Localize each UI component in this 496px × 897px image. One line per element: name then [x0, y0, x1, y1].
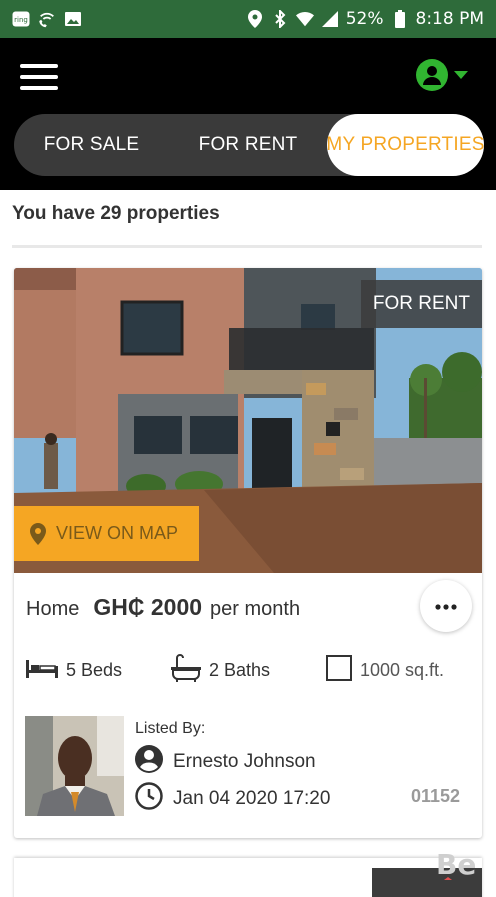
property-features: 5 Beds 2 Baths 1000 sq.ft. [26, 653, 476, 687]
area-square-icon [326, 654, 352, 686]
price-period: per month [210, 598, 301, 620]
area-value: 1000 sq.ft. [360, 659, 445, 680]
svg-text:Be: Be [436, 848, 476, 881]
status-right: 52% 8:18 PM [246, 9, 484, 29]
divider [12, 245, 482, 248]
ring-icon: ring [12, 10, 30, 28]
bed-icon [26, 658, 58, 683]
more-options-button[interactable] [420, 580, 472, 632]
app-header: FOR SALE FOR RENT MY PROPERTIES [0, 38, 496, 190]
baths-feature: 2 Baths [171, 653, 326, 687]
clock-icon [135, 782, 163, 816]
gallery-icon [64, 10, 82, 28]
more-icon [435, 597, 457, 615]
behance-watermark-icon: Be [434, 843, 484, 889]
properties-count: You have 29 properties [12, 203, 220, 224]
listing-tabs: FOR SALE FOR RENT MY PROPERTIES [14, 114, 484, 176]
wifi-call-icon [38, 10, 56, 28]
price: GH₵ 2000 [93, 594, 203, 620]
listing-type-badge: FOR RENT [360, 280, 482, 328]
view-on-map-button[interactable]: VIEW ON MAP [14, 506, 199, 561]
property-type: Home [26, 598, 80, 620]
view-on-map-label: VIEW ON MAP [56, 523, 179, 543]
beds-count: 5 Beds [66, 659, 123, 680]
bathtub-icon [171, 653, 201, 687]
signal-icon [321, 10, 339, 28]
listing-id: 01152 [410, 786, 460, 806]
property-card[interactable]: FOR RENT VIEW ON MAP Home GH₵ 2000 per m… [14, 268, 482, 838]
beds-feature: 5 Beds [26, 658, 171, 683]
bluetooth-icon [271, 10, 289, 28]
next-property-card[interactable] [14, 858, 482, 897]
listing-date: Jan 04 2020 17:20 [173, 788, 331, 809]
hamburger-icon[interactable] [20, 64, 58, 90]
user-icon [416, 59, 448, 91]
agent-name: Ernesto Johnson [173, 751, 316, 772]
location-icon [246, 10, 264, 28]
agent-row: Ernesto Johnson [135, 745, 316, 779]
status-left-icons: ring [12, 10, 82, 28]
chevron-down-icon [454, 66, 468, 84]
battery-icon [391, 10, 409, 28]
account-circle-icon [135, 745, 163, 779]
account-menu-button[interactable] [416, 59, 468, 91]
tab-for-sale[interactable]: FOR SALE [14, 114, 169, 176]
status-time: 8:18 PM [415, 9, 485, 29]
price-row: Home GH₵ 2000 per month [26, 594, 300, 621]
baths-count: 2 Baths [209, 659, 271, 680]
map-pin-icon [30, 522, 46, 545]
property-photo[interactable]: FOR RENT VIEW ON MAP [14, 268, 482, 573]
date-row: Jan 04 2020 17:20 [135, 782, 330, 816]
status-bar: ring 52% 8:18 PM [0, 0, 496, 38]
tab-for-rent[interactable]: FOR RENT [169, 114, 327, 176]
listed-by-label: Listed By: [135, 720, 206, 737]
agent-photo [25, 716, 124, 816]
wifi-icon [295, 10, 314, 28]
battery-percent: 52% [345, 9, 384, 29]
area-feature: 1000 sq.ft. [326, 654, 445, 686]
tab-my-properties[interactable]: MY PROPERTIES [326, 114, 484, 176]
svg-text:ring: ring [14, 16, 28, 24]
